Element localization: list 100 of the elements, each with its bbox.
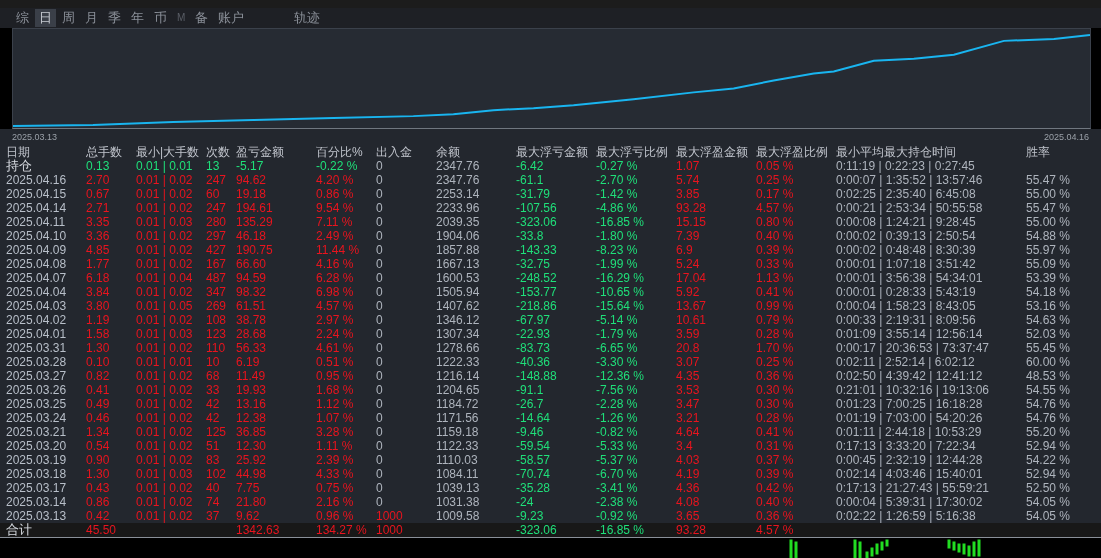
table-cell-text: 0.01 | 0.02 [136,187,194,201]
tab[interactable]: 账户 [214,9,249,27]
tab[interactable]: 日 [35,9,56,27]
table-cell-text: 0.01 | 0.02 [136,201,194,215]
table-cell-text: 2233.96 [436,201,481,215]
table-cell-text: 52.50 % [1026,481,1072,495]
table-cell-text: 1009.58 [436,509,481,523]
table-cell-text: 3.84 [86,285,111,299]
table-cell-text: 4.57 % [316,299,355,313]
table-cell-text: 55.45 % [1026,341,1072,355]
table-cell-text: 6.28 % [316,271,355,285]
table-cell-text: 2.16 % [316,495,355,509]
table-cell-text: 0.42 % [756,481,795,495]
table-cell-text: 0.25 % [756,355,795,369]
table-cell-text: 0.10 [86,355,111,369]
column-header: 最大浮盈金额 [676,145,749,159]
table-cell-text: 2025.03.20 [5,439,68,453]
table-cell-text: 2025.03.31 [5,341,68,355]
table-cell-text: 10.61 [676,313,708,327]
tab[interactable]: 季 [104,9,125,27]
table-cell-text: 247 [206,201,228,215]
table-cell-text: -1.80 % [596,229,639,243]
table-cell-text: 0:00:21 | 2:53:34 | 50:55:58 [836,201,984,215]
table-cell-text: 0.01 | 0.02 [136,369,194,383]
table-cell-text: 0.01 | 0.02 [136,285,194,299]
table-cell-text: 4.08 [676,495,701,509]
table-cell-text: 40 [206,481,221,495]
table-cell-text: 1.34 [86,425,111,439]
table-cell-text: 61.51 [236,299,268,313]
table-cell-text: -7.56 % [596,383,639,397]
table-cell-text: 0:00:33 | 2:19:31 | 8:09:56 [836,313,977,327]
table-cell-text: 28.68 [236,327,268,341]
table-cell-text: 55.00 % [1026,215,1072,229]
table-cell-text: 2.24 % [316,327,355,341]
tab[interactable]: 币 [150,9,171,27]
table-cell-text: 2025.03.24 [5,411,68,425]
table-cell-text: 13.16 [236,397,268,411]
table-cell-text: 13 [206,159,221,173]
table-cell-text: 0.01 | 0.02 [136,439,194,453]
table-cell-text: 0 [376,411,384,425]
table-cell-text: 1039.13 [436,481,481,495]
table-cell-text: 427 [206,243,228,257]
table-cell-text: 4.33 % [316,467,355,481]
table-cell-text: 2347.76 [436,159,481,173]
tab[interactable]: 备 [191,9,213,27]
table-cell-text: 1857.88 [436,243,481,257]
table-cell-text: 1278.66 [436,341,481,355]
table-cell-text: -32.75 [516,257,552,271]
table-cell-text: -0.27 % [596,159,639,173]
table-cell-text: 110 [206,341,227,355]
tab[interactable]: 轨迹 [290,9,325,27]
table-cell-text: -67.97 [516,313,552,327]
column-header: 胜率 [1026,145,1051,159]
table-cell-text: 1.70 % [756,341,795,355]
table-cell-text: 7.11 % [316,215,354,229]
table-cell-text: 0.01 | 0.02 [136,257,194,271]
table-cell-text: 0 [376,341,384,355]
tab[interactable]: 月 [81,9,102,27]
tab[interactable]: 周 [58,9,79,27]
table-cell-text: 0.90 [86,453,111,467]
table-cell-text: 10 [206,355,221,369]
table-cell-text: -248.52 [516,271,558,285]
table-cell-text: 20.8 [676,341,701,355]
column-header: 出入金 [376,145,413,159]
table-cell-text: 0.28 % [756,411,795,425]
tab[interactable]: 综 [12,9,33,27]
table-cell-text: -1.99 % [596,257,639,271]
table-cell-text: 1.30 [86,467,111,481]
table-cell-text: -16.29 % [596,271,646,285]
table-cell-text: 0:00:04 | 5:39:31 | 17:30:02 [836,495,984,509]
table-cell-text: -59.54 [516,439,552,453]
table-cell-text: 2025.04.10 [5,229,68,243]
table-cell-text: 1031.38 [436,495,481,509]
table-cell-text: 98.32 [236,285,268,299]
table-cell-text: 1.30 [86,341,111,355]
table-cell-text: 2025.04.09 [5,243,68,257]
table-cell-text: 1184.72 [436,397,480,411]
table-cell-text: 2025.03.13 [5,509,68,523]
table-cell-text: 21.80 [236,495,268,509]
table-cell-text: 0.67 [86,187,111,201]
table-cell-text: 0.01 | 0.02 [136,509,194,523]
table-cell-text: 1.07 [676,159,701,173]
table-cell-text: 15.15 [676,215,708,229]
table-cell-text: -1.79 % [596,327,639,341]
table-cell-text: 37 [206,509,221,523]
table-cell-text: -3.41 % [596,481,639,495]
table-cell-text: -35.28 [516,481,552,495]
table-cell-text: 1171.56 [436,411,480,425]
table-cell-text: 125 [206,425,228,439]
tab[interactable]: 年 [127,9,148,27]
table-cell-text: 487 [206,271,228,285]
column-header: 最大浮盈比例 [756,145,829,159]
table-cell-text: 1000 [376,509,404,523]
table-cell-text: 0.95 % [316,369,355,383]
table-cell-text: 0.41 [86,383,111,397]
table-cell-text: 0:00:02 | 0:39:13 | 2:50:54 [836,229,977,243]
table-cell-text: 2025.04.04 [5,285,68,299]
table-cell-text: 2.49 % [316,229,355,243]
table-cell-text: 4.19 [676,467,701,481]
table-cell-text: -6.65 % [596,341,639,355]
